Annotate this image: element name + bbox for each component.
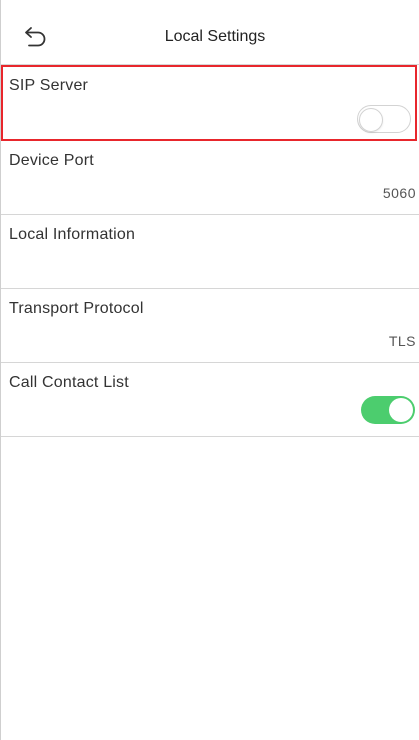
local-information-label: Local Information [9, 226, 136, 243]
transport-protocol-label: Transport Protocol [9, 300, 144, 317]
transport-protocol-row[interactable]: Transport Protocol TLS [1, 289, 419, 363]
device-port-value: 5060 [382, 185, 416, 201]
device-port-row[interactable]: Device Port 5060 [1, 141, 419, 215]
sip-server-label: SIP Server [9, 77, 89, 94]
page-title: Local Settings [164, 28, 266, 45]
toggle-knob [359, 108, 383, 132]
device-port-label: Device Port [9, 152, 94, 169]
call-contact-list-row[interactable]: Call Contact List [1, 363, 419, 437]
sip-server-toggle[interactable] [357, 105, 411, 133]
call-contact-list-toggle[interactable] [361, 396, 415, 424]
local-settings-screen: Local Settings SIP Server Device Port 50… [0, 0, 419, 740]
sip-server-row[interactable]: SIP Server [1, 65, 417, 141]
toggle-knob [389, 398, 413, 422]
header-bar: Local Settings [1, 0, 419, 65]
call-contact-list-label: Call Contact List [9, 374, 129, 391]
local-information-row[interactable]: Local Information [1, 215, 419, 289]
transport-protocol-value: TLS [388, 333, 416, 349]
